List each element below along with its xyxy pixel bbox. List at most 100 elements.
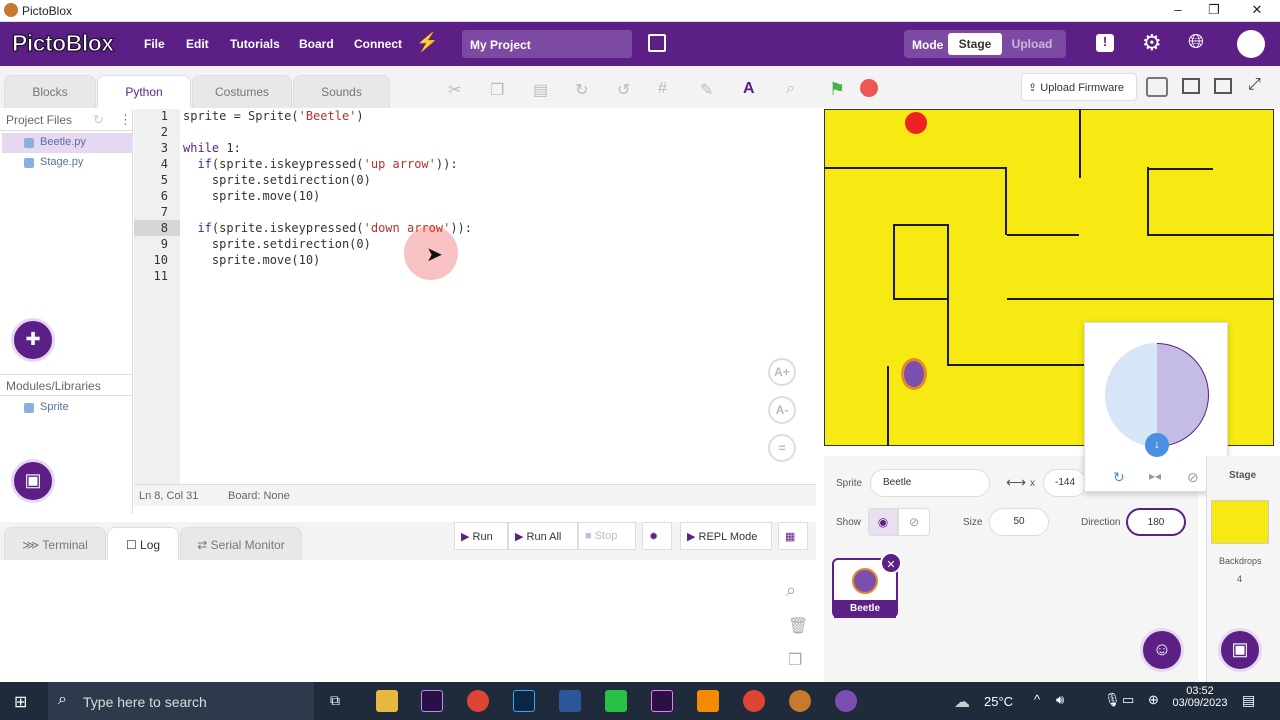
code-line[interactable]: sprite.move(10) — [183, 189, 320, 205]
magic-wand-icon[interactable]: ✎ — [700, 80, 713, 100]
stop-button[interactable]: ■ Stop — [578, 522, 636, 550]
task-view-icon[interactable]: ⧉ — [330, 692, 340, 709]
trash-icon[interactable]: 🗑︎ — [788, 616, 808, 636]
vlc-icon[interactable] — [697, 690, 719, 712]
x-input[interactable]: -144 — [1043, 469, 1087, 497]
menu-tutorials[interactable]: Tutorials — [230, 37, 280, 51]
file-explorer-icon[interactable] — [376, 690, 398, 712]
add-module-button[interactable]: ▣ — [11, 459, 55, 503]
taskbar-search-box[interactable]: ⌕ Type here to search — [48, 682, 314, 720]
code-line[interactable]: sprite.move(10) — [183, 253, 320, 269]
tab-costumes[interactable]: Costumes — [192, 75, 292, 108]
menu-file[interactable]: File — [144, 37, 165, 51]
small-stage-icon[interactable] — [1182, 78, 1200, 94]
tab-sounds[interactable]: Sounds — [293, 75, 390, 108]
font-icon[interactable]: A — [743, 80, 755, 98]
feedback-icon[interactable]: ! — [1096, 34, 1114, 52]
redo-icon[interactable]: ↻ — [575, 80, 588, 100]
tray-chevron-icon[interactable]: ^ — [1034, 692, 1040, 707]
code-line[interactable]: sprite = Sprite('Beetle') — [183, 109, 364, 125]
add-file-button[interactable]: ✚ — [11, 318, 55, 362]
code-line[interactable]: sprite.setdirection(0) — [183, 237, 371, 253]
show-visible-icon[interactable]: ◉ — [868, 508, 898, 536]
close-icon[interactable]: ✕ — [1247, 2, 1267, 18]
cut-icon[interactable]: ✂ — [448, 80, 461, 100]
mode-upload-button[interactable]: Upload — [1004, 33, 1060, 55]
copy-icon[interactable]: ❐ — [490, 80, 504, 100]
calendar-icon[interactable]: ▦ — [778, 522, 808, 550]
globe-icon[interactable]: 🌐︎ — [1188, 31, 1204, 54]
large-stage-icon[interactable] — [1214, 78, 1232, 94]
plug-icon[interactable]: ⚡ — [416, 32, 438, 53]
windows-start-icon[interactable]: ⊞ — [14, 692, 32, 711]
search-log-icon[interactable]: ⌕ — [786, 580, 796, 601]
stage-thumbnail[interactable] — [1211, 500, 1269, 544]
camera-icon[interactable] — [1146, 77, 1168, 97]
undo-icon[interactable]: ↺ — [617, 80, 630, 100]
copy-log-icon[interactable]: ❐ — [788, 650, 802, 670]
menu-board[interactable]: Board — [299, 37, 334, 51]
chrome-2-icon[interactable] — [743, 690, 765, 712]
log-output[interactable] — [0, 560, 816, 682]
run-all-button[interactable]: ▶ Run All — [508, 522, 578, 550]
volume-icon[interactable]: 🔊︎ — [1056, 692, 1064, 708]
notifications-icon[interactable]: ▤ — [1242, 692, 1255, 709]
show-hidden-icon[interactable]: ⊘ — [898, 508, 930, 536]
refresh-icon[interactable]: ↻ — [93, 112, 104, 128]
project-name-input[interactable]: My Project — [462, 30, 632, 58]
add-backdrop-button[interactable]: ▣ — [1218, 628, 1262, 672]
dont-rotate-icon[interactable]: ⊘ — [1187, 469, 1199, 486]
apple-sprite[interactable] — [905, 112, 927, 134]
tab-log[interactable]: ☐ Log — [107, 527, 179, 560]
after-effects-icon[interactable] — [421, 690, 443, 712]
paste-icon[interactable]: ▤ — [533, 80, 548, 100]
direction-input[interactable]: 180 — [1126, 508, 1186, 536]
menu-connect[interactable]: Connect — [354, 37, 402, 51]
left-right-icon[interactable]: ▸◂ — [1149, 469, 1161, 483]
mic-icon[interactable]: 🎙︎ — [1104, 692, 1121, 708]
code-line[interactable]: sprite.setdirection(0) — [183, 173, 371, 189]
stop-icon[interactable] — [860, 79, 878, 97]
code-line[interactable]: if(sprite.iskeypressed('up arrow')): — [183, 157, 457, 173]
file-item[interactable]: Beetle.py — [2, 133, 133, 153]
zoom-in-icon[interactable]: A+ — [768, 358, 796, 386]
minimize-icon[interactable]: – — [1168, 2, 1188, 17]
network-icon[interactable]: ▭ — [1122, 692, 1134, 708]
save-icon[interactable] — [648, 34, 666, 52]
word-icon[interactable] — [559, 690, 581, 712]
size-input[interactable]: 50 — [989, 508, 1049, 536]
gear-icon[interactable]: ⚙ — [1142, 30, 1162, 56]
premiere-icon[interactable] — [651, 690, 673, 712]
tab-python[interactable]: Python — [97, 75, 191, 108]
run-button[interactable]: ▶ Run — [454, 522, 508, 550]
mode-stage-button[interactable]: Stage — [948, 33, 1002, 55]
tab-serial-monitor[interactable]: ⇄ Serial Monitor — [180, 527, 302, 560]
zoom-out-icon[interactable]: A- — [768, 396, 796, 424]
repl-mode-button[interactable]: ▶ REPL Mode — [680, 522, 772, 550]
zoom-reset-icon[interactable]: = — [768, 434, 796, 462]
all-around-icon[interactable]: ↻ — [1113, 469, 1125, 486]
add-sprite-button[interactable]: ☺ — [1140, 628, 1184, 672]
obs-icon[interactable] — [835, 690, 857, 712]
search-icon[interactable]: ⌕ — [786, 80, 795, 98]
weather-widget[interactable]: ☁ — [940, 684, 988, 718]
code-line[interactable]: while 1: — [183, 141, 241, 157]
comment-icon[interactable]: # — [658, 80, 667, 98]
chrome-icon[interactable] — [467, 690, 489, 712]
tab-blocks[interactable]: Blocks — [4, 75, 96, 108]
delete-sprite-icon[interactable]: ✕ — [880, 552, 902, 574]
green-flag-icon[interactable]: ⚑ — [829, 79, 847, 99]
debug-icon[interactable]: ✹ — [642, 522, 672, 550]
phone-app-icon[interactable] — [605, 690, 627, 712]
file-item[interactable]: Stage.py — [2, 153, 133, 173]
tab-terminal[interactable]: ⋙ Terminal — [4, 527, 106, 560]
module-item[interactable]: Sprite — [2, 398, 133, 418]
language-icon[interactable]: ⊕ — [1148, 692, 1159, 708]
beetle-sprite[interactable] — [901, 358, 927, 390]
pictoblox-taskbar-icon[interactable] — [789, 690, 811, 712]
menu-edit[interactable]: Edit — [186, 37, 209, 51]
more-icon[interactable]: ⋮ — [119, 112, 132, 128]
sprite-name-input[interactable]: Beetle — [870, 469, 990, 497]
avatar[interactable] — [1237, 30, 1265, 58]
clock[interactable]: 03:52 03/09/2023 — [1170, 685, 1230, 709]
